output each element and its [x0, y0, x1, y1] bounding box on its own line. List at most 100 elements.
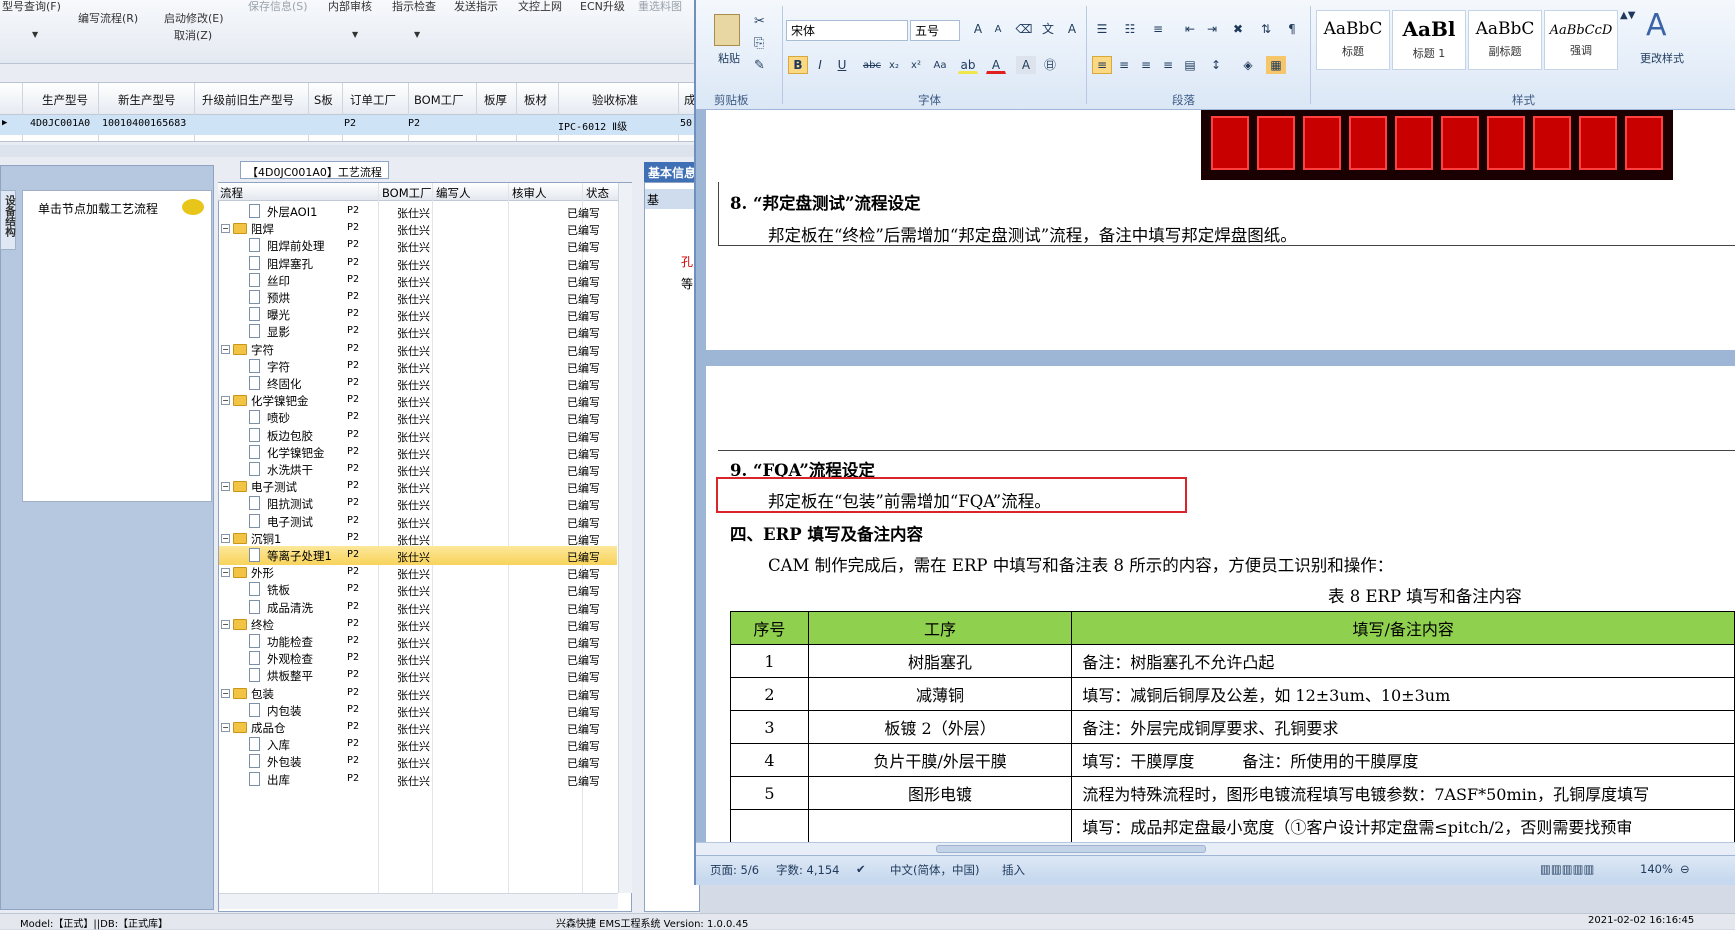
tree-row[interactable]: 等离子处理1 P2 张仕兴 已编写 [219, 546, 617, 565]
grow-font-icon[interactable]: A [968, 20, 988, 38]
tree-row[interactable]: − 化学镍钯金 P2 张仕兴 已编写 [219, 391, 617, 410]
col-header[interactable]: 验收标准 [592, 92, 638, 108]
align-right-icon[interactable]: ≡ [1136, 56, 1156, 74]
basic-sub-tab[interactable]: 基 [645, 189, 699, 209]
tree-row[interactable]: 铣板 P2 张仕兴 已编写 [219, 580, 617, 599]
tree-row[interactable]: 出库 P2 张仕兴 已编写 [219, 770, 617, 789]
font-color-icon[interactable]: A [986, 56, 1006, 74]
change-case-icon[interactable]: Aa [930, 56, 950, 74]
style-heading1[interactable]: AaBl 标题 1 [1392, 10, 1466, 70]
tree-row[interactable]: 成品清洗 P2 张仕兴 已编写 [219, 598, 617, 617]
collapse-toggle-icon[interactable]: − [221, 568, 230, 578]
toolbar-ecn-upgrade[interactable]: ECN升级 [580, 0, 625, 14]
underline-icon[interactable]: U [832, 56, 852, 74]
collapse-toggle-icon[interactable]: − [221, 688, 230, 698]
toolbar-model-query[interactable]: 型号查询(F) [2, 0, 61, 14]
line-spacing-icon[interactable]: ↕ [1206, 56, 1226, 74]
tree-row[interactable]: 入库 P2 张仕兴 已编写 [219, 735, 617, 754]
col-header[interactable]: 升级前旧生产型号 [202, 92, 294, 108]
col-header-status[interactable]: 状态 [586, 185, 609, 201]
status-page[interactable]: 页面: 5/6 [710, 862, 759, 878]
scroll-thumb[interactable] [936, 845, 1206, 853]
multilevel-list-icon[interactable]: ≡ [1148, 20, 1168, 38]
char-shading-icon[interactable]: A [1016, 56, 1036, 74]
justify-icon[interactable]: ≡ [1158, 56, 1178, 74]
tree-row[interactable]: 外观检查 P2 张仕兴 已编写 [219, 649, 617, 668]
tree-row[interactable]: 电子测试 P2 张仕兴 已编写 [219, 512, 617, 531]
chinese-layout-icon[interactable]: ✖ [1228, 20, 1248, 38]
style-subtitle[interactable]: AaBbC 副标题 [1468, 10, 1542, 70]
paste-button[interactable]: 粘贴 [718, 50, 740, 66]
tree-row[interactable]: − 字符 P2 张仕兴 已编写 [219, 340, 617, 359]
align-center-icon[interactable]: ≡ [1114, 56, 1134, 74]
toolbar-write-flow[interactable]: 编写流程(R) [78, 10, 138, 26]
tree-vertical-scrollbar[interactable] [618, 183, 632, 893]
toolbar-start-modify[interactable]: 启动修改(E) [164, 10, 224, 26]
status-mode[interactable]: 插入 [1002, 862, 1025, 878]
status-zoom[interactable]: 140% [1640, 862, 1673, 876]
increase-indent-icon[interactable]: ⇥ [1202, 20, 1222, 38]
enclose-char-icon[interactable]: ㊐ [1040, 56, 1060, 74]
toolbar-doc-upload[interactable]: 文控上网 [518, 0, 562, 14]
tree-row[interactable]: − 终检 P2 张仕兴 已编写 [219, 615, 617, 634]
styles-scroll-icon[interactable]: ▲▼ [1620, 10, 1635, 21]
cut-icon[interactable]: ✂ [754, 14, 765, 29]
tree-row[interactable]: 预烘 P2 张仕兴 已编写 [219, 288, 617, 307]
change-styles-icon[interactable]: A [1646, 8, 1667, 43]
show-marks-icon[interactable]: ¶ [1282, 20, 1302, 38]
tree-row[interactable]: 化学镍钯金 P2 张仕兴 已编写 [219, 443, 617, 462]
spelling-check-icon[interactable]: ✔ [856, 862, 866, 876]
tree-row[interactable]: − 包装 P2 张仕兴 已编写 [219, 684, 617, 703]
table-row[interactable]: 填写：成品邦定盘最小宽度（①客户设计邦定盘需≤pitch/2，否则需要找预审 [730, 809, 1735, 843]
tree-row[interactable]: − 电子测试 P2 张仕兴 已编写 [219, 477, 617, 496]
tree-row[interactable]: 外包装 P2 张仕兴 已编写 [219, 752, 617, 771]
change-styles-button[interactable]: 更改样式 [1640, 50, 1684, 66]
tree-row[interactable]: 烘板整平 P2 张仕兴 已编写 [219, 666, 617, 685]
collapse-toggle-icon[interactable]: − [221, 344, 230, 354]
style-title[interactable]: AaBbC 标题 [1316, 10, 1390, 70]
tree-row[interactable]: 字符 P2 张仕兴 已编写 [219, 357, 617, 376]
decrease-indent-icon[interactable]: ⇤ [1180, 20, 1200, 38]
tree-row[interactable]: − 成品仓 P2 张仕兴 已编写 [219, 718, 617, 737]
collapse-toggle-icon[interactable]: − [221, 723, 230, 732]
tab-device-structure[interactable]: 设备结构 [0, 190, 16, 250]
view-buttons-icon[interactable]: ▥▥▥▥▥ [1540, 862, 1594, 876]
table-row[interactable]: ▶ 4D0JC001A0 10010400165683 P2 P2 IPC-60… [0, 115, 700, 135]
tree-row[interactable]: 曝光 P2 张仕兴 已编写 [219, 305, 617, 324]
tree-row[interactable]: 外层AOI1 P2 张仕兴 已编写 [219, 202, 617, 221]
chevron-down-icon[interactable]: ▼ [414, 30, 420, 39]
col-header-reviewer[interactable]: 核审人 [512, 185, 547, 201]
font-size-select[interactable]: 五号 [910, 20, 960, 41]
col-header[interactable]: BOM工厂 [414, 92, 464, 108]
col-header[interactable]: 板材 [524, 92, 547, 108]
status-words[interactable]: 字数: 4,154 [776, 862, 839, 878]
shading-icon[interactable]: ◈ [1238, 56, 1258, 74]
chevron-down-icon[interactable]: ▼ [352, 30, 358, 39]
style-emphasis[interactable]: AaBbCcD 强调 [1544, 10, 1618, 70]
col-header[interactable]: 新生产型号 [118, 92, 176, 108]
italic-icon[interactable]: I [810, 56, 830, 74]
collapse-toggle-icon[interactable]: − [221, 482, 230, 492]
superscript-icon[interactable]: x² [906, 56, 926, 74]
tree-row[interactable]: − 外形 P2 张仕兴 已编写 [219, 563, 617, 582]
status-language[interactable]: 中文(简体，中国) [890, 862, 979, 878]
tree-row[interactable]: 功能检查 P2 张仕兴 已编写 [219, 632, 617, 651]
tree-row[interactable]: 丝印 P2 张仕兴 已编写 [219, 271, 617, 290]
copy-icon[interactable]: ⎘ [754, 36, 764, 51]
splitter[interactable] [0, 145, 700, 157]
clear-format-icon[interactable]: ⌫ [1014, 20, 1034, 38]
toolbar-instruction-check[interactable]: 指示检查 [392, 0, 436, 14]
chevron-down-icon[interactable]: ▼ [32, 30, 38, 39]
distribute-icon[interactable]: ▤ [1180, 56, 1200, 74]
char-border-icon[interactable]: A [1062, 20, 1082, 38]
toolbar-internal-review[interactable]: 内部审核 [328, 0, 372, 14]
tree-row[interactable]: − 阻焊 P2 张仕兴 已编写 [219, 219, 617, 238]
bold-icon[interactable]: B [788, 56, 808, 74]
tree-row[interactable]: 终固化 P2 张仕兴 已编写 [219, 374, 617, 393]
tree-row[interactable]: 水洗烘干 P2 张仕兴 已编写 [219, 460, 617, 479]
sort-icon[interactable]: ⇅ [1256, 20, 1276, 38]
collapse-toggle-icon[interactable]: − [221, 619, 230, 629]
strikethrough-icon[interactable]: abc [862, 56, 882, 74]
tree-row[interactable]: − 沉铜1 P2 张仕兴 已编写 [219, 529, 617, 548]
zoom-out-icon[interactable]: ⊖ [1680, 862, 1690, 876]
